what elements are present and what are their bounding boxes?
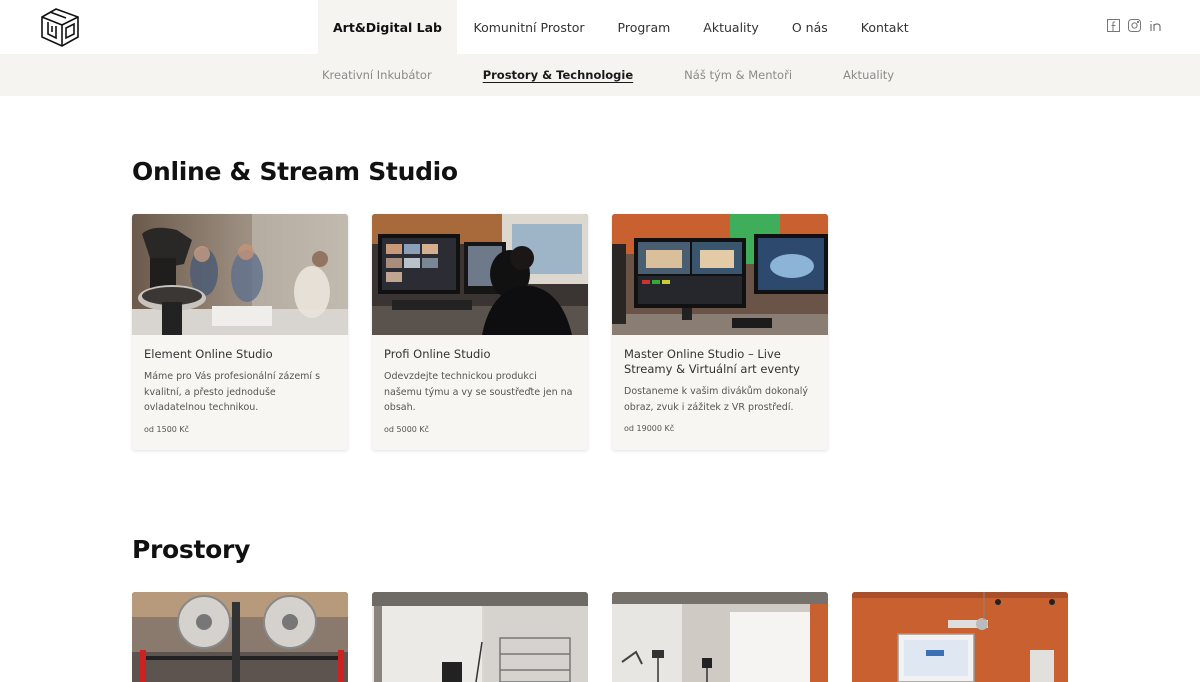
card-title: Master Online Studio – Live Streamy & Vi… — [624, 347, 800, 376]
cube-logo-icon[interactable] — [38, 4, 82, 50]
subnav-nas-tym-mentori[interactable]: Náš tým & Mentoři — [684, 68, 792, 82]
card-price: od 1500 Kč — [144, 424, 190, 434]
card-title: Profi Online Studio — [384, 347, 491, 361]
nav-komunitni-prostor[interactable]: Komunitní Prostor — [457, 0, 601, 54]
section-title-prostory: Prostory — [132, 535, 251, 564]
space-photo-3d-printer — [132, 592, 348, 682]
card-title: Element Online Studio — [144, 347, 273, 361]
nav-program[interactable]: Program — [601, 0, 687, 54]
space-photo-photo-studio — [612, 592, 828, 682]
space-card-4[interactable] — [852, 592, 1068, 682]
card-description: Odevzdejte technickou produkci našemu tý… — [384, 371, 573, 413]
main-nav: Art&Digital Lab Komunitní Prostor Progra… — [318, 0, 925, 54]
space-photo-studio-room — [372, 592, 588, 682]
top-bar: Art&Digital Lab Komunitní Prostor Progra… — [0, 0, 1200, 54]
studio-photo-profi — [372, 214, 588, 335]
sub-nav-bar: Kreativní Inkubátor Prostory & Technolog… — [0, 54, 1200, 96]
nav-kontakt[interactable]: Kontakt — [844, 0, 925, 54]
linkedin-icon[interactable] — [1149, 19, 1162, 32]
instagram-icon[interactable] — [1128, 19, 1141, 32]
subnav-prostory-technologie[interactable]: Prostory & Technologie — [483, 68, 633, 82]
social-links — [1107, 19, 1162, 32]
subnav-aktuality[interactable]: Aktuality — [843, 68, 894, 82]
nav-aktuality[interactable]: Aktuality — [687, 0, 776, 54]
nav-art-digital-lab[interactable]: Art&Digital Lab — [318, 0, 458, 54]
nav-o-nas[interactable]: O nás — [775, 0, 844, 54]
card-price: od 19000 Kč — [624, 424, 675, 433]
card-description: Dostaneme k vašim divákům dokonalý obraz… — [624, 386, 808, 413]
studio-card-element[interactable]: Element Online Studio Máme pro Vás profe… — [132, 214, 348, 450]
space-card-3[interactable] — [612, 592, 828, 682]
subnav-kreativni-inkubator[interactable]: Kreativní Inkubátor — [322, 68, 432, 82]
card-price: od 5000 Kč — [384, 424, 430, 434]
sub-nav: Kreativní Inkubátor Prostory & Technolog… — [322, 54, 894, 96]
facebook-icon[interactable] — [1107, 19, 1120, 32]
studio-photo-master — [612, 214, 828, 335]
space-card-1[interactable] — [132, 592, 348, 682]
studio-photo-element — [132, 214, 348, 335]
space-photo-presentation-room — [852, 592, 1068, 682]
space-card-2[interactable] — [372, 592, 588, 682]
card-description: Máme pro Vás profesionální zázemí s kval… — [144, 371, 321, 413]
studio-card-profi[interactable]: Profi Online Studio Odevzdejte technicko… — [372, 214, 588, 450]
section-title-online-studio: Online & Stream Studio — [132, 157, 458, 186]
studio-card-master[interactable]: Master Online Studio – Live Streamy & Vi… — [612, 214, 828, 450]
